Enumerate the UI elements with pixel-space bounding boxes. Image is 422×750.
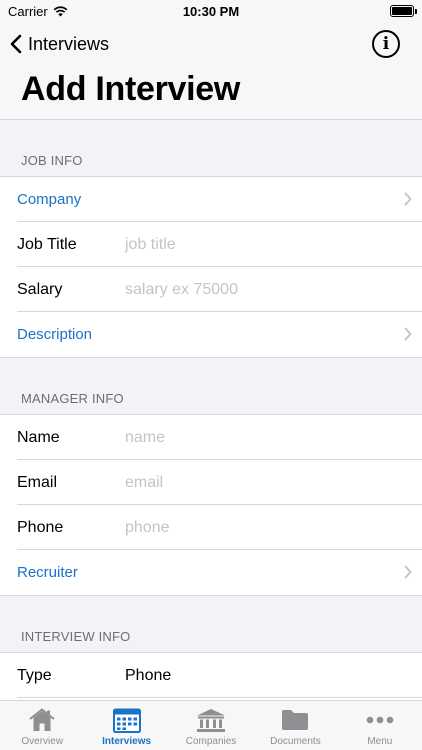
description-row[interactable]: Description [0,311,422,357]
tab-companies[interactable]: Companies [169,701,253,750]
tab-interviews[interactable]: Interviews [84,701,168,750]
tab-label-overview: Overview [21,736,64,747]
job-info-group: Company Job Title job title Salary salar… [0,176,422,358]
back-button[interactable]: Interviews [10,32,109,56]
folder-icon [281,707,309,733]
section-header-manager-info: MANAGER INFO [21,391,124,406]
back-label: Interviews [28,33,110,54]
salary-field[interactable]: salary ex 75000 [125,281,238,299]
info-icon[interactable]: i [372,30,400,58]
phone-field[interactable]: phone [125,519,170,537]
section-header-interview-info: INTERVIEW INFO [21,629,131,644]
tab-documents[interactable]: Documents [253,701,337,750]
job-title-row[interactable]: Job Title job title [0,221,422,267]
tab-menu[interactable]: Menu [338,701,422,750]
tab-bar: Overview Interviews Companies Documents … [0,700,422,750]
navigation-bar: Interviews i Add Interview [0,24,422,120]
tab-label-menu: Menu [367,736,393,747]
tab-label-documents: Documents [270,736,321,747]
recruiter-row[interactable]: Recruiter [0,549,422,595]
chevron-left-icon [10,34,22,54]
job-title-label: Job Title [17,235,77,253]
type-label: Type [17,666,52,684]
page-title: Add Interview [21,70,241,108]
chevron-right-icon [404,565,412,579]
battery-icon [390,5,417,17]
type-value[interactable]: Phone [125,667,171,685]
interview-info-group: Type Phone [0,652,422,700]
phone-row[interactable]: Phone phone [0,504,422,550]
recruiter-label: Recruiter [17,564,78,581]
email-label: Email [17,473,58,491]
calendar-icon [112,707,141,733]
chevron-right-icon [404,192,412,206]
manager-info-group: Name name Email email Phone phone Recrui… [0,414,422,596]
type-row[interactable]: Type Phone [0,653,422,698]
tab-overview[interactable]: Overview [0,701,84,750]
name-row[interactable]: Name name [0,415,422,460]
email-row[interactable]: Email email [0,459,422,505]
phone-label: Phone [17,518,64,536]
tab-label-companies: Companies [185,736,237,747]
company-label: Company [17,191,82,208]
section-header-job-info: JOB INFO [21,153,83,168]
bank-icon [196,707,226,733]
name-label: Name [17,428,60,446]
status-bar: Carrier 10:30 PM [0,0,422,24]
company-row[interactable]: Company [0,177,422,222]
form-content[interactable]: JOB INFO Company Job Title job title Sal… [0,120,422,700]
clock: 10:30 PM [182,4,240,19]
more-icon [366,707,394,733]
job-title-field[interactable]: job title [125,236,176,254]
description-label: Description [17,326,93,343]
tab-label-interviews: Interviews [102,736,152,747]
salary-label: Salary [17,280,63,298]
home-icon [29,707,55,733]
email-field[interactable]: email [125,474,163,492]
salary-row[interactable]: Salary salary ex 75000 [0,266,422,312]
chevron-right-icon [404,327,412,341]
name-field[interactable]: name [125,429,165,447]
